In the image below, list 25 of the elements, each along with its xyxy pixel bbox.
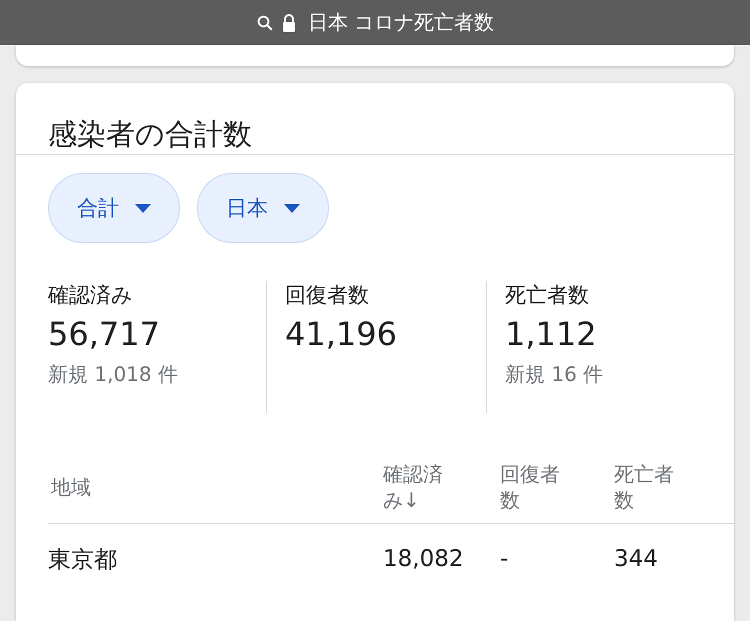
address-bar[interactable]: 日本 コロナ死亡者数 (0, 0, 750, 45)
caret-icon (284, 204, 300, 212)
table-cell: 344 (614, 546, 658, 572)
table-cell: - (500, 546, 508, 572)
filter-chip[interactable]: 合計 (48, 173, 180, 243)
filter-chip[interactable]: 日本 (197, 173, 329, 243)
stat-note: 新規 1,018 件 (48, 361, 178, 388)
table-cell-text: 東京都 (48, 546, 117, 574)
search-icon (256, 14, 274, 32)
address-text: 日本 コロナ死亡者数 (308, 9, 494, 36)
stat-value: 56,717 (48, 315, 160, 353)
caret-icon (135, 204, 151, 212)
stat-label: 回復者数 (285, 282, 369, 309)
column-header: 回復者数 (500, 461, 561, 513)
stat-note: 新規 16 件 (505, 361, 604, 388)
stat-value: 1,112 (505, 315, 597, 353)
table-cell: 18,082 (383, 546, 464, 572)
column-header: 死亡者数 (614, 461, 675, 513)
lock-icon (282, 14, 296, 32)
stat-value: 41,196 (285, 315, 397, 353)
stat-label: 死亡者数 (505, 282, 589, 309)
column-header[interactable]: 確認済み↓ (383, 461, 445, 513)
stat-label: 確認済み (48, 282, 133, 309)
card-title: 感染者の合計数 (16, 83, 734, 155)
column-header: 地域 (51, 474, 91, 500)
